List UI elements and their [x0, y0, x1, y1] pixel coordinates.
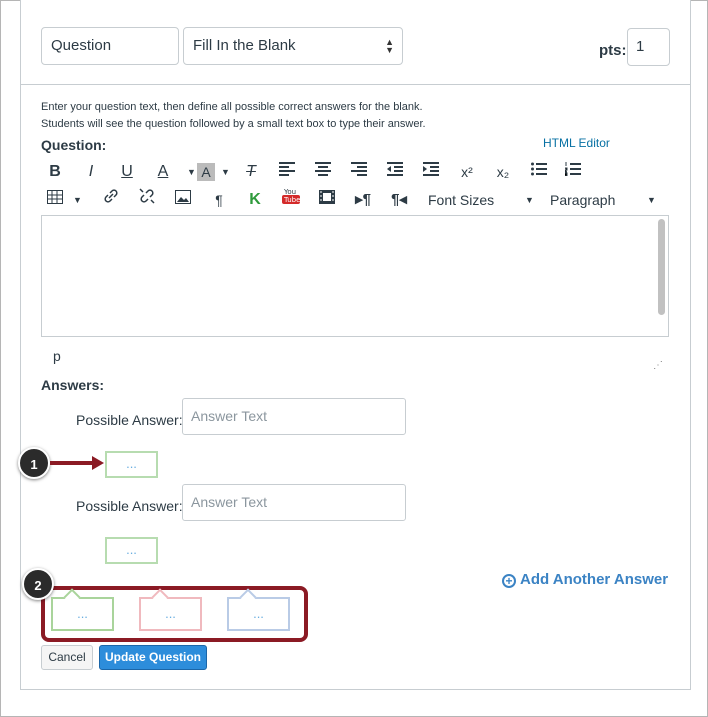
- question-text-editor[interactable]: [41, 215, 669, 337]
- chevron-down-icon[interactable]: ▼: [647, 187, 656, 213]
- possible-answer-input[interactable]: Answer Text: [182, 484, 406, 521]
- unlink-icon[interactable]: [133, 187, 161, 213]
- points-label: pts:: [599, 42, 627, 59]
- select-arrows-icon: ▲ ▼: [385, 37, 394, 55]
- ltr-icon[interactable]: ▸¶: [349, 187, 377, 213]
- add-another-answer-label: Add Another Answer: [520, 571, 669, 588]
- bold-button[interactable]: B: [41, 159, 69, 185]
- instructions-line-1: Enter your question text, then define al…: [41, 101, 423, 113]
- font-sizes-label: Font Sizes: [428, 192, 495, 208]
- callout-arrow-line: [50, 461, 92, 465]
- italic-button[interactable]: I: [77, 159, 105, 185]
- image-icon[interactable]: [169, 187, 197, 213]
- tag-dots: ...: [77, 606, 88, 621]
- add-circle-icon: +: [502, 574, 516, 588]
- media-icon[interactable]: [313, 187, 341, 213]
- cancel-button[interactable]: Cancel: [41, 645, 93, 670]
- background-color-button[interactable]: A: [197, 163, 215, 181]
- question-label: Question:: [41, 137, 107, 153]
- instructions-line-2: Students will see the question followed …: [41, 118, 426, 130]
- possible-answer-input[interactable]: Answer Text: [182, 398, 406, 435]
- editor-scrollbar[interactable]: [658, 219, 665, 315]
- possible-answer-label: Possible Answer:: [76, 412, 183, 428]
- resize-handle-icon[interactable]: ⋰: [653, 360, 663, 371]
- possible-answer-label: Possible Answer:: [76, 498, 183, 514]
- rtl-icon[interactable]: ¶◂: [385, 187, 413, 213]
- chevron-down-icon[interactable]: ▼: [221, 159, 230, 185]
- callout-marker-2: 2: [22, 568, 54, 600]
- subscript-button[interactable]: x₂: [489, 159, 517, 185]
- question-type-select[interactable]: Fill In the Blank ▲ ▼: [183, 27, 403, 65]
- answer-dots-box[interactable]: ...: [105, 537, 158, 564]
- numbered-list-icon[interactable]: [559, 159, 587, 185]
- underline-button[interactable]: U: [113, 159, 141, 185]
- tag-dots: ...: [253, 606, 264, 621]
- link-icon[interactable]: [97, 187, 125, 213]
- answer-tag-blue[interactable]: ...: [227, 588, 290, 631]
- svg-text:Tube: Tube: [283, 196, 300, 204]
- paragraph-dropdown[interactable]: Paragraph: [550, 187, 615, 213]
- question-name-input[interactable]: Question: [41, 27, 179, 65]
- points-input[interactable]: 1: [627, 28, 670, 66]
- callout-arrow-head: [92, 456, 104, 470]
- align-center-icon[interactable]: [309, 159, 337, 185]
- table-icon[interactable]: [41, 187, 69, 213]
- chevron-down-icon[interactable]: ▼: [73, 187, 82, 213]
- chevron-down-icon[interactable]: ▼: [525, 187, 534, 213]
- align-left-icon[interactable]: [273, 159, 301, 185]
- chevron-down-icon[interactable]: ▼: [187, 159, 196, 185]
- answer-tag-green[interactable]: ...: [51, 588, 114, 631]
- superscript-button[interactable]: x²: [453, 159, 481, 185]
- editor-toolbar-row-2: ▼ ¶ K You Tube ▸¶ ¶◂ Font Sizes ▼ Paragra…: [41, 187, 661, 213]
- answer-dots-box[interactable]: ...: [105, 451, 158, 478]
- bullet-list-icon[interactable]: [525, 159, 553, 185]
- font-sizes-dropdown[interactable]: Font Sizes: [428, 187, 494, 213]
- question-instructions: Enter your question text, then define al…: [41, 99, 426, 133]
- question-type-value: Fill In the Blank: [193, 37, 296, 54]
- tag-dots: ...: [165, 606, 176, 621]
- text-color-button[interactable]: A: [149, 159, 177, 185]
- question-edit-panel: Question Fill In the Blank ▲ ▼ pts: 1 Ent…: [20, 0, 691, 690]
- svg-text:You: You: [283, 188, 296, 196]
- kaltura-icon[interactable]: K: [241, 187, 269, 213]
- html-editor-link[interactable]: HTML Editor: [543, 136, 610, 150]
- answers-label: Answers:: [41, 377, 105, 393]
- add-another-answer-link[interactable]: + Add Another Answer: [502, 571, 668, 588]
- outdent-icon[interactable]: [381, 159, 409, 185]
- update-question-button[interactable]: Update Question: [99, 645, 207, 670]
- indent-icon[interactable]: [417, 159, 445, 185]
- clear-formatting-button[interactable]: T: [237, 159, 265, 185]
- paragraph-label: Paragraph: [550, 192, 616, 208]
- callout-marker-1: 1: [18, 447, 50, 479]
- editor-toolbar-row-1: B I U A ▼ A ▼ T x² x₂: [41, 159, 661, 185]
- youtube-icon[interactable]: You Tube: [277, 187, 305, 213]
- answer-tag-red[interactable]: ...: [139, 588, 202, 631]
- align-right-icon[interactable]: [345, 159, 373, 185]
- pilcrow-icon[interactable]: ¶: [205, 187, 233, 213]
- question-header: Question Fill In the Blank ▲ ▼ pts: 1: [21, 0, 690, 85]
- editor-element-path[interactable]: p: [53, 348, 61, 364]
